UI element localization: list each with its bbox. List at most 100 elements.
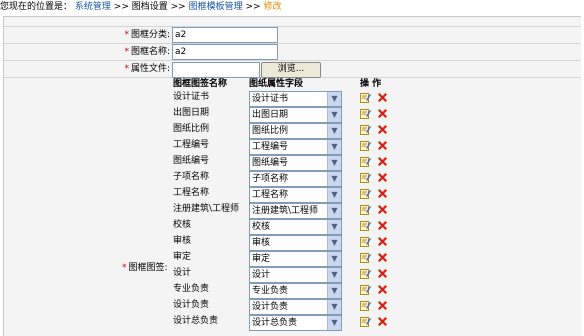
delete-icon[interactable] [377, 108, 388, 119]
field-select[interactable]: 出图日期 ▼ [249, 107, 342, 123]
required-marker: * [124, 64, 129, 74]
field-select-value: 图纸比例 [252, 126, 289, 136]
delete-icon[interactable] [377, 156, 388, 167]
chevron-down-icon[interactable]: ▼ [327, 140, 341, 154]
edit-icon[interactable] [360, 140, 371, 151]
tag-name-cell: 审定 [173, 252, 192, 262]
delete-icon[interactable] [377, 92, 388, 103]
field-select[interactable]: 审核 ▼ [249, 235, 342, 251]
field-select-value: 子项名称 [252, 174, 289, 184]
field-select-value: 图纸编号 [252, 158, 289, 168]
field-select[interactable]: 审定 ▼ [249, 251, 342, 267]
delete-icon[interactable] [377, 236, 388, 247]
edit-icon[interactable] [360, 300, 371, 311]
field-select-value: 出图日期 [252, 110, 289, 120]
chevron-down-icon[interactable]: ▼ [327, 92, 341, 106]
chevron-down-icon[interactable]: ▼ [327, 172, 341, 186]
chevron-down-icon[interactable]: ▼ [327, 188, 341, 202]
tag-name-cell: 工程名称 [173, 188, 210, 198]
edit-icon[interactable] [360, 316, 371, 327]
edit-icon[interactable] [360, 204, 371, 215]
edit-icon[interactable] [360, 108, 371, 119]
col-header-operation: 操 作 [360, 79, 382, 89]
tag-name-cell: 出图日期 [173, 108, 210, 118]
field-select-value: 工程名称 [252, 190, 289, 200]
tag-name-cell: 设计总负责 [173, 316, 219, 326]
edit-icon[interactable] [360, 172, 371, 183]
delete-icon[interactable] [377, 124, 388, 135]
delete-icon[interactable] [377, 268, 388, 279]
breadcrumb-link-template[interactable]: 图框模板管理 [189, 2, 243, 12]
edit-icon[interactable] [360, 252, 371, 263]
field-select-value: 校核 [252, 222, 271, 232]
required-marker: * [122, 263, 127, 273]
chevron-down-icon[interactable]: ▼ [327, 204, 341, 218]
breadcrumb-link-system[interactable]: 系统管理 [75, 2, 111, 12]
edit-icon[interactable] [360, 268, 371, 279]
browse-button[interactable]: 浏览... [261, 62, 321, 78]
field-select[interactable]: 校核 ▼ [249, 219, 342, 235]
tag-name-cell: 图纸比例 [173, 124, 210, 134]
edit-icon[interactable] [360, 92, 371, 103]
tag-name-cell: 工程编号 [173, 140, 210, 150]
breadcrumb-prefix: 您现在的位置是： [0, 2, 73, 12]
row-divider [3, 43, 581, 44]
tag-name-cell: 专业负责 [173, 284, 210, 294]
chevron-down-icon[interactable]: ▼ [327, 252, 341, 266]
chevron-down-icon[interactable]: ▼ [327, 108, 341, 122]
breadcrumb-current: 修改 [263, 2, 282, 12]
field-select[interactable]: 工程编号 ▼ [249, 139, 342, 155]
chevron-down-icon[interactable]: ▼ [327, 124, 341, 138]
edit-icon[interactable] [360, 220, 371, 231]
attr-file-input[interactable] [172, 62, 260, 78]
chevron-down-icon[interactable]: ▼ [327, 300, 341, 314]
field-select[interactable]: 图纸比例 ▼ [249, 123, 342, 139]
field-select-value: 设计 [252, 270, 271, 280]
edit-icon[interactable] [360, 284, 371, 295]
field-select[interactable]: 工程名称 ▼ [249, 187, 342, 203]
field-select[interactable]: 设计负责 ▼ [249, 299, 342, 315]
tags-label: * 图框图签: [122, 263, 168, 273]
category-input[interactable]: a2 [172, 27, 278, 43]
delete-icon[interactable] [377, 300, 388, 311]
delete-icon[interactable] [377, 284, 388, 295]
chevron-down-icon[interactable]: ▼ [327, 284, 341, 298]
chevron-down-icon[interactable]: ▼ [327, 236, 341, 250]
chevron-down-icon[interactable]: ▼ [327, 268, 341, 282]
delete-icon[interactable] [377, 172, 388, 183]
chevron-down-icon[interactable]: ▼ [327, 316, 341, 330]
delete-icon[interactable] [377, 220, 388, 231]
field-select[interactable]: 设计总负责 ▼ [249, 315, 342, 331]
field-select-value: 设计总负责 [252, 318, 298, 328]
delete-icon[interactable] [377, 316, 388, 327]
breadcrumb-separator: >> [170, 2, 186, 12]
edit-icon[interactable] [360, 188, 371, 199]
field-select[interactable]: 图纸编号 ▼ [249, 155, 342, 171]
name-input[interactable]: a2 [172, 44, 278, 60]
delete-icon[interactable] [377, 140, 388, 151]
field-select[interactable]: 专业负责 ▼ [249, 283, 342, 299]
breadcrumb: 您现在的位置是： 系统管理 >> 图档设置 >> 图框模板管理 >> 修改 [0, 0, 281, 14]
field-select[interactable]: 设计证书 ▼ [249, 91, 342, 107]
breadcrumb-separator: >> [245, 2, 261, 12]
tag-name-cell: 设计证书 [173, 92, 210, 102]
chevron-down-icon[interactable]: ▼ [327, 156, 341, 170]
col-header-field: 图纸属性字段 [249, 79, 304, 89]
field-select[interactable]: 设计 ▼ [249, 267, 342, 283]
delete-icon[interactable] [377, 204, 388, 215]
delete-icon[interactable] [377, 188, 388, 199]
tag-name-cell: 校核 [173, 220, 192, 230]
field-select-value: 审核 [252, 238, 271, 248]
field-select-value: 审定 [252, 254, 271, 264]
tag-name-cell: 审核 [173, 236, 192, 246]
edit-icon[interactable] [360, 236, 371, 247]
breadcrumb-item-drawing-settings: 图档设置 [131, 2, 168, 12]
edit-icon[interactable] [360, 156, 371, 167]
delete-icon[interactable] [377, 252, 388, 263]
edit-icon[interactable] [360, 124, 371, 135]
row-divider [3, 26, 581, 27]
chevron-down-icon[interactable]: ▼ [327, 220, 341, 234]
field-select[interactable]: 子项名称 ▼ [249, 171, 342, 187]
attr-file-label: * 属性文件: [124, 64, 170, 74]
field-select[interactable]: 注册建筑\工程师 ▼ [249, 203, 342, 219]
